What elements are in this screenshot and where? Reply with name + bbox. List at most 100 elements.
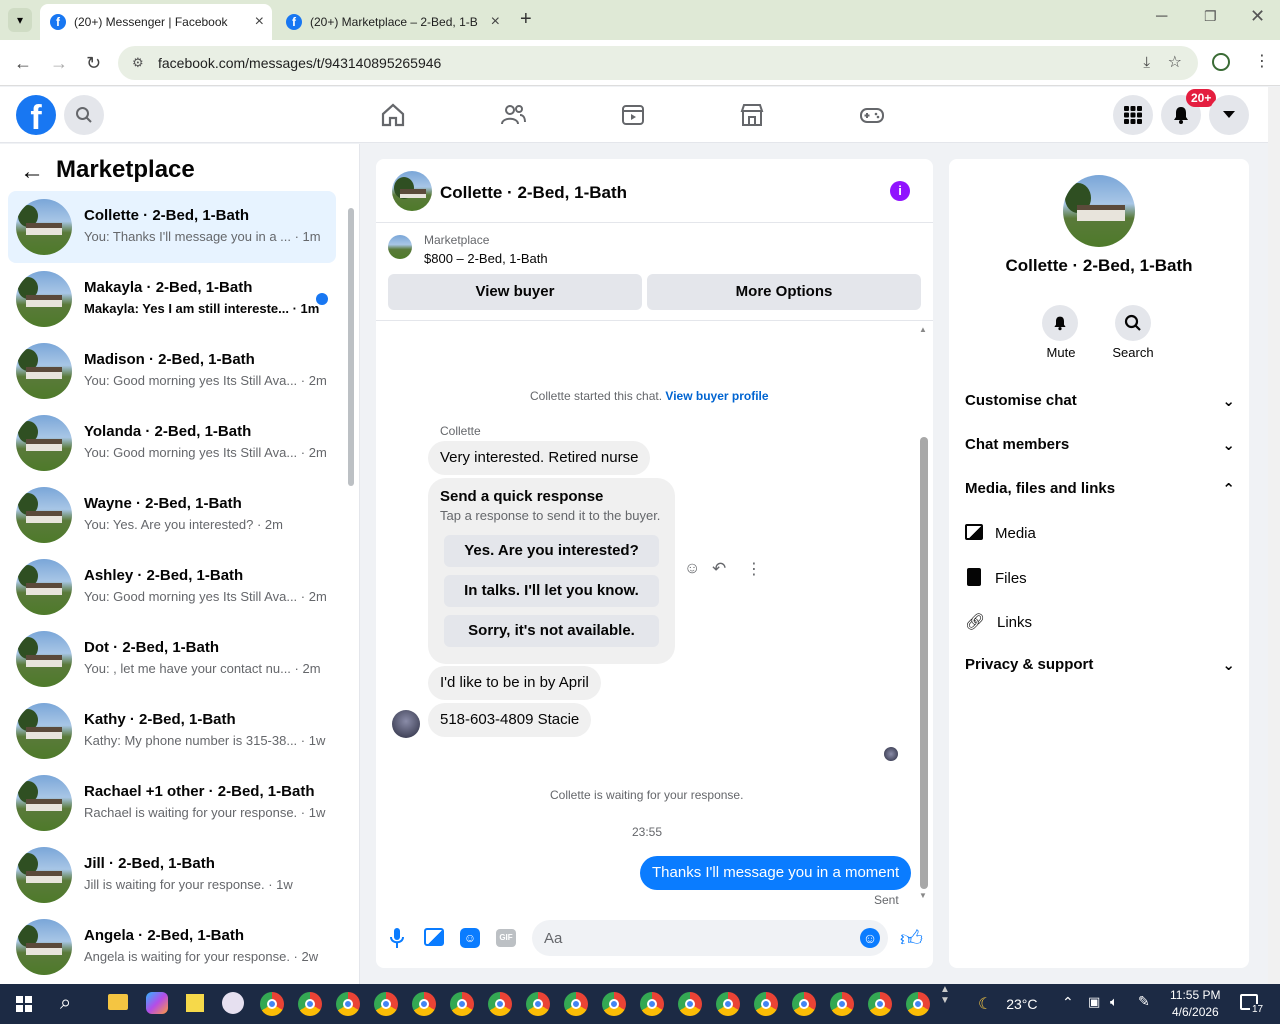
close-tab-icon[interactable]: × bbox=[255, 13, 264, 31]
volume-muted-icon[interactable]: 🔈︎ bbox=[1110, 994, 1118, 1010]
forward-icon[interactable]: → bbox=[50, 53, 68, 74]
minimize-button[interactable]: ─ bbox=[1156, 8, 1167, 26]
view-buyer-button[interactable]: View buyer bbox=[388, 274, 642, 310]
conversation-item[interactable]: Makayla · 2-Bed, 1-Bath Makayla: Yes I am… bbox=[8, 263, 336, 335]
quick-response-talks-button[interactable]: In talks. I'll let you know. bbox=[444, 575, 659, 607]
conversation-item[interactable]: Yolanda · 2-Bed, 1-Bath You: Good morning… bbox=[8, 407, 336, 479]
close-window-button[interactable]: ✕ bbox=[1250, 6, 1265, 27]
quick-response-unavailable-button[interactable]: Sorry, it's not available. bbox=[444, 615, 659, 647]
thumbs-up-icon[interactable]: 👍︎ bbox=[900, 925, 923, 952]
search-button[interactable] bbox=[64, 95, 104, 135]
listing-title[interactable]: $800 – 2-Bed, 1-Bath bbox=[424, 251, 548, 266]
message-bubble[interactable]: I'd like to be in by April bbox=[428, 666, 601, 700]
conversation-item[interactable]: Wayne · 2-Bed, 1-Bath You: Yes. Are you i… bbox=[8, 479, 336, 551]
chrome-window-icon[interactable] bbox=[564, 992, 588, 1016]
chrome-window-icon[interactable] bbox=[868, 992, 892, 1016]
my-message-bubble[interactable]: Thanks I'll message you in a moment bbox=[640, 856, 912, 890]
account-button[interactable] bbox=[1209, 95, 1249, 135]
install-app-icon[interactable]: ⤓ bbox=[1143, 46, 1150, 80]
chrome-window-icon[interactable] bbox=[450, 992, 474, 1016]
chat-avatar[interactable] bbox=[392, 171, 432, 211]
mic-icon[interactable] bbox=[390, 927, 404, 954]
marketplace-icon[interactable] bbox=[738, 101, 766, 129]
reply-icon[interactable]: ↶ bbox=[712, 559, 726, 579]
scrollbar-thumb[interactable] bbox=[348, 208, 354, 486]
profile-icon[interactable] bbox=[1212, 53, 1230, 71]
scrollbar-thumb[interactable] bbox=[920, 437, 928, 889]
react-icon[interactable]: ☺ bbox=[684, 560, 700, 578]
back-arrow-icon[interactable]: ← bbox=[20, 158, 44, 186]
close-tab-icon[interactable]: × bbox=[491, 13, 500, 31]
facebook-logo-icon[interactable]: f bbox=[16, 95, 56, 135]
tab-marketplace[interactable]: f (20+) Marketplace – 2-Bed, 1-B × bbox=[276, 4, 508, 40]
media-item[interactable]: Media bbox=[965, 524, 1235, 542]
clock-date[interactable]: 4/6/2026 bbox=[1172, 1005, 1219, 1019]
chrome-window-icon[interactable] bbox=[412, 992, 436, 1016]
taskbar-scroll[interactable]: ▲ ▼ bbox=[940, 984, 950, 1006]
menu-grid-button[interactable] bbox=[1113, 95, 1153, 135]
gaming-icon[interactable] bbox=[858, 101, 886, 129]
profile-avatar[interactable] bbox=[1063, 175, 1135, 247]
friends-icon[interactable] bbox=[499, 101, 527, 129]
start-icon[interactable] bbox=[16, 996, 32, 1012]
chrome-window-icon[interactable] bbox=[336, 992, 360, 1016]
photo-icon[interactable] bbox=[424, 928, 444, 946]
taskbar-search-icon[interactable]: ⌕ bbox=[60, 992, 71, 1015]
info-icon[interactable]: i bbox=[890, 181, 910, 201]
conversation-item[interactable]: Ashley · 2-Bed, 1-Bath You: Good morning … bbox=[8, 551, 336, 623]
new-tab-button[interactable]: + bbox=[520, 8, 532, 31]
conversation-item[interactable]: Dot · 2-Bed, 1-Bath You: , let me have yo… bbox=[8, 623, 336, 695]
customise-chat-row[interactable]: Customise chat ⌄ bbox=[965, 392, 1235, 410]
conversation-item[interactable]: Kathy · 2-Bed, 1-Bath Kathy: My phone num… bbox=[8, 695, 336, 767]
bookmark-star-icon[interactable]: ☆ bbox=[1168, 46, 1182, 80]
meet-icon[interactable]: ▣ bbox=[1088, 994, 1100, 1010]
message-bubble[interactable]: Very interested. Retired nurse bbox=[428, 441, 651, 475]
chat-title[interactable]: Collette · 2-Bed, 1-Bath bbox=[440, 183, 627, 203]
restore-button[interactable]: ❐ bbox=[1204, 8, 1217, 25]
page-scrollbar[interactable] bbox=[1268, 87, 1280, 984]
back-icon[interactable]: ← bbox=[14, 53, 32, 74]
links-item[interactable]: 🔗︎ Links bbox=[965, 612, 1235, 632]
chrome-window-icon[interactable] bbox=[488, 992, 512, 1016]
sticker-icon[interactable]: ☺ bbox=[460, 928, 480, 948]
conversation-item[interactable]: Madison · 2-Bed, 1-Bath You: Good morning… bbox=[8, 335, 336, 407]
chrome-window-icon[interactable] bbox=[602, 992, 626, 1016]
conversation-item[interactable]: Jill · 2-Bed, 1-Bath Jill is waiting for … bbox=[8, 839, 336, 911]
site-info-icon[interactable]: ⚙ bbox=[132, 46, 144, 80]
chat-members-row[interactable]: Chat members ⌄ bbox=[965, 436, 1235, 454]
message-input[interactable]: Aa ☺ bbox=[532, 920, 888, 956]
conversation-item[interactable]: Rachael +1 other · 2-Bed, 1-Bath Rachael … bbox=[8, 767, 336, 839]
chrome-window-icon[interactable] bbox=[640, 992, 664, 1016]
chrome-window-icon[interactable] bbox=[260, 992, 284, 1016]
chrome-window-icon[interactable] bbox=[716, 992, 740, 1016]
more-options-button[interactable]: More Options bbox=[647, 274, 921, 310]
emoji-icon[interactable]: ☺ bbox=[860, 928, 880, 948]
listing-thumbnail[interactable] bbox=[388, 235, 412, 259]
search-in-chat-button[interactable] bbox=[1115, 305, 1151, 341]
chrome-window-icon[interactable] bbox=[754, 992, 778, 1016]
pen-icon[interactable]: ✎ bbox=[1138, 993, 1150, 1010]
quick-response-yes-button[interactable]: Yes. Are you interested? bbox=[444, 535, 659, 567]
clock-time[interactable]: 11:55 PM bbox=[1170, 988, 1220, 1002]
tab-messenger[interactable]: f (20+) Messenger | Facebook × bbox=[40, 4, 272, 40]
tab-search-button[interactable]: ▾ bbox=[8, 8, 32, 32]
chrome-window-icon[interactable] bbox=[526, 992, 550, 1016]
more-actions-icon[interactable]: ⋮ bbox=[746, 559, 762, 579]
weather-widget[interactable]: ☾ 23°C bbox=[978, 994, 1038, 1014]
conversation-item[interactable]: Collette · 2-Bed, 1-Bath You: Thanks I'll… bbox=[8, 191, 336, 263]
file-explorer-icon[interactable] bbox=[108, 994, 128, 1010]
mute-button[interactable] bbox=[1042, 305, 1078, 341]
copilot-icon[interactable] bbox=[146, 992, 168, 1014]
browser-menu-icon[interactable]: ⋮ bbox=[1254, 51, 1270, 71]
url-input[interactable]: ⚙ facebook.com/messages/t/94314089526594… bbox=[118, 46, 1198, 80]
chrome-window-icon[interactable] bbox=[906, 992, 930, 1016]
message-bubble[interactable]: 518-603-4809 Stacie bbox=[428, 703, 592, 737]
gif-icon[interactable]: GIF bbox=[496, 929, 516, 947]
chrome-window-icon[interactable] bbox=[374, 992, 398, 1016]
paint-icon[interactable] bbox=[222, 992, 244, 1014]
privacy-support-row[interactable]: Privacy & support ⌄ bbox=[965, 656, 1235, 674]
media-files-links-row[interactable]: Media, files and links ⌃ bbox=[965, 480, 1235, 498]
chrome-window-icon[interactable] bbox=[678, 992, 702, 1016]
sender-avatar[interactable] bbox=[392, 710, 420, 738]
video-icon[interactable] bbox=[619, 101, 647, 129]
